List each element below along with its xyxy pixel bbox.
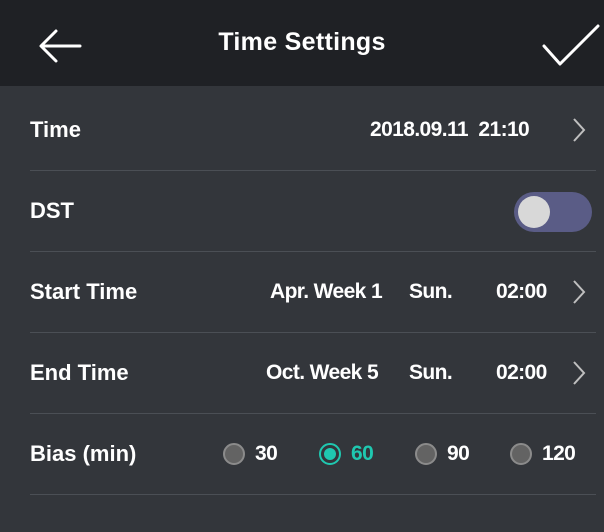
start-time-row[interactable]: Start Time Apr. Week 1 Sun. 02:00 [30, 252, 596, 333]
start-month-week: Apr. Week 1 [270, 280, 383, 303]
checkmark-icon [542, 24, 600, 66]
start-time-value: 02:00 [496, 280, 547, 303]
radio-button-30[interactable] [223, 443, 245, 465]
bias-row: Bias (min) 30 60 90 120 [30, 414, 596, 495]
confirm-button[interactable] [540, 24, 604, 68]
page-title: Time Settings [218, 28, 386, 56]
start-day: Sun. [409, 280, 453, 303]
bias-label: Bias (min) [30, 441, 137, 466]
time-row[interactable]: Time 2018.09.11 21:10 [30, 90, 596, 171]
dst-label: DST [30, 198, 74, 223]
end-time-label: End Time [30, 360, 129, 385]
dst-toggle[interactable] [514, 192, 592, 232]
toggle-knob [518, 196, 550, 228]
time-label: Time [30, 117, 81, 142]
start-time-label: Start Time [30, 279, 138, 304]
chevron-right-icon[interactable] [572, 279, 586, 305]
time-value: 2018.09.11 21:10 [370, 118, 530, 141]
bias-option-label: 30 [255, 442, 278, 465]
chevron-right-icon[interactable] [572, 117, 586, 143]
radio-button-60[interactable] [319, 443, 341, 465]
end-day: Sun. [409, 361, 453, 384]
bias-option-label: 60 [351, 442, 374, 465]
radio-button-90[interactable] [415, 443, 437, 465]
dst-row: DST [30, 171, 596, 252]
header-bar: Time Settings [0, 0, 604, 86]
bias-option-label: 90 [447, 442, 470, 465]
bias-option-label: 120 [542, 442, 576, 465]
end-time-value: 02:00 [496, 361, 547, 384]
chevron-right-icon[interactable] [572, 360, 586, 386]
radio-button-120[interactable] [510, 443, 532, 465]
end-month-week: Oct. Week 5 [266, 361, 379, 384]
end-time-row[interactable]: End Time Oct. Week 5 Sun. 02:00 [30, 333, 596, 414]
